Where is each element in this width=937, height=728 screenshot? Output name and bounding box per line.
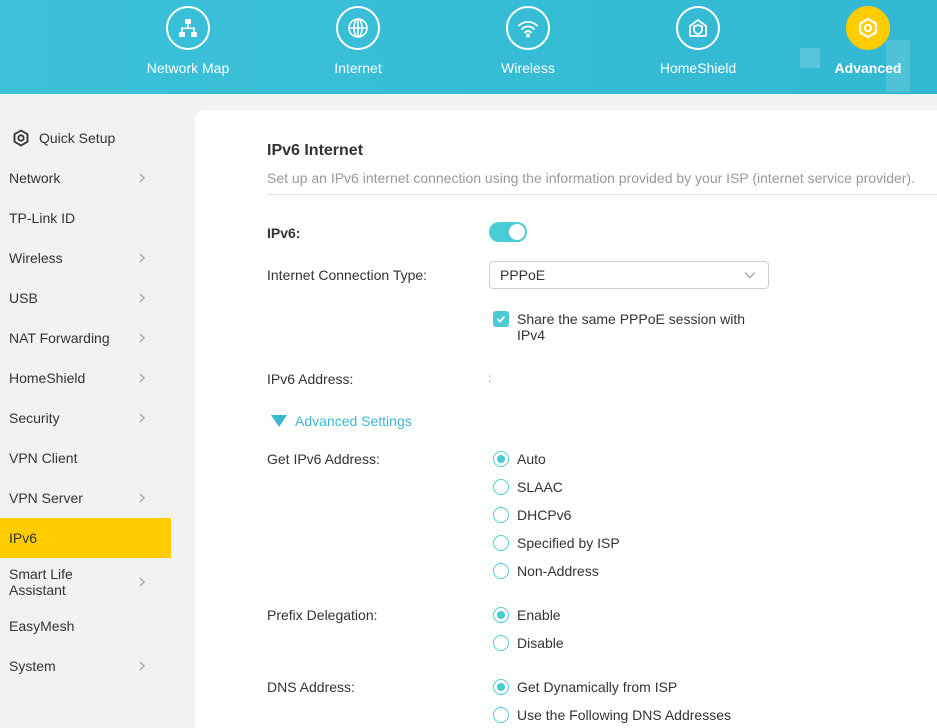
ipv6-toggle[interactable]	[489, 222, 527, 242]
radio-label: Specified by ISP	[517, 535, 620, 551]
chevron-right-icon	[139, 173, 146, 183]
sidebar: Quick Setup Network TP-Link ID Wireless …	[0, 94, 171, 728]
sidebar-item-quick-setup[interactable]: Quick Setup	[0, 118, 171, 158]
sidebar-item-homeshield[interactable]: HomeShield	[0, 358, 171, 398]
share-session-checkbox[interactable]	[493, 311, 509, 327]
select-value: PPPoE	[500, 267, 546, 283]
gear-icon	[846, 6, 890, 50]
ipv6-address-value: :	[488, 371, 492, 385]
chevron-right-icon	[139, 293, 146, 303]
sidebar-item-label: System	[9, 658, 56, 674]
radio-label: Use the Following DNS Addresses	[517, 707, 731, 723]
page-title: IPv6 Internet	[267, 142, 364, 159]
sidebar-item-label: Security	[9, 410, 60, 426]
wifi-icon	[506, 6, 550, 50]
sidebar-item-easymesh[interactable]: EasyMesh	[0, 606, 171, 646]
network-map-icon	[166, 6, 210, 50]
sidebar-item-network[interactable]: Network	[0, 158, 171, 198]
radio-label: Auto	[517, 451, 546, 467]
sidebar-item-label: VPN Server	[9, 490, 83, 506]
nav-internet[interactable]: Internet	[288, 0, 428, 94]
radio-label: Enable	[517, 607, 561, 623]
sidebar-item-label: Smart Life Assistant	[9, 566, 73, 598]
radio-specified-by-isp[interactable]	[493, 535, 509, 551]
chevron-right-icon	[139, 661, 146, 671]
top-nav: Network Map Internet Wireless HomeShield…	[0, 0, 937, 94]
sidebar-item-wireless[interactable]: Wireless	[0, 238, 171, 278]
connection-type-label: Internet Connection Type:	[267, 267, 428, 283]
sidebar-item-system[interactable]: System	[0, 646, 171, 686]
radio-non-address[interactable]	[493, 563, 509, 579]
radio-label: Non-Address	[517, 563, 599, 579]
chevron-right-icon	[139, 333, 146, 343]
chevron-right-icon	[139, 577, 146, 587]
sidebar-item-smart-life-assistant[interactable]: Smart Life Assistant	[0, 558, 171, 606]
divider	[267, 194, 937, 195]
nav-label: HomeShield	[659, 60, 737, 76]
connection-type-select[interactable]: PPPoE	[489, 261, 769, 289]
sidebar-item-tplink-id[interactable]: TP-Link ID	[0, 198, 171, 238]
ipv6-label: IPv6:	[267, 225, 301, 241]
sidebar-item-label: NAT Forwarding	[9, 330, 110, 346]
chevron-down-icon	[744, 272, 756, 279]
globe-icon	[336, 6, 380, 50]
radio-dns-dynamic[interactable]	[493, 679, 509, 695]
radio-slaac[interactable]	[493, 479, 509, 495]
nav-wireless[interactable]: Wireless	[458, 0, 598, 94]
sidebar-item-nat-forwarding[interactable]: NAT Forwarding	[0, 318, 171, 358]
ipv6-address-label: IPv6 Address:	[267, 371, 354, 387]
radio-dns-manual[interactable]	[493, 707, 509, 723]
radio-label: Disable	[517, 635, 564, 651]
nav-label: Wireless	[501, 60, 555, 76]
chevron-right-icon	[139, 493, 146, 503]
toggle-knob	[509, 224, 525, 240]
sidebar-item-usb[interactable]: USB	[0, 278, 171, 318]
radio-disable[interactable]	[493, 635, 509, 651]
sidebar-item-security[interactable]: Security	[0, 398, 171, 438]
page-subtitle: Set up an IPv6 internet connection using…	[267, 170, 915, 186]
radio-label: DHCPv6	[517, 507, 572, 523]
chevron-right-icon	[139, 413, 146, 423]
quick-setup-icon	[13, 129, 29, 147]
sidebar-item-label: HomeShield	[9, 370, 86, 386]
nav-label: Internet	[334, 60, 382, 76]
radio-auto[interactable]	[493, 451, 509, 467]
sidebar-item-label: VPN Client	[9, 450, 78, 466]
chevron-right-icon	[139, 253, 146, 263]
radio-label: SLAAC	[517, 479, 563, 495]
sidebar-item-label: USB	[9, 290, 38, 306]
triangle-down-icon	[271, 415, 287, 427]
check-icon	[496, 315, 506, 323]
homeshield-icon	[676, 6, 720, 50]
sidebar-item-label: Quick Setup	[39, 130, 116, 146]
nav-label: Advanced	[834, 60, 902, 76]
sidebar-item-label: IPv6	[9, 530, 38, 546]
sidebar-item-label: Network	[9, 170, 61, 186]
nav-network-map[interactable]: Network Map	[118, 0, 258, 94]
share-session-label: Share the same PPPoE session with IPv4	[517, 311, 746, 343]
sidebar-item-ipv6[interactable]: IPv6	[0, 518, 171, 558]
get-ipv6-address-label: Get IPv6 Address:	[267, 451, 380, 467]
radio-dhcpv6[interactable]	[493, 507, 509, 523]
radio-label: Get Dynamically from ISP	[517, 679, 678, 695]
advanced-settings-toggle[interactable]: Advanced Settings	[271, 413, 412, 429]
chevron-right-icon	[139, 373, 146, 383]
sidebar-item-vpn-client[interactable]: VPN Client	[0, 438, 171, 478]
prefix-delegation-label: Prefix Delegation:	[267, 607, 378, 623]
nav-homeshield[interactable]: HomeShield	[628, 0, 768, 94]
radio-enable[interactable]	[493, 607, 509, 623]
nav-label: Network Map	[146, 60, 230, 76]
advanced-settings-label: Advanced Settings	[295, 413, 412, 429]
nav-advanced[interactable]: Advanced	[798, 0, 937, 94]
sidebar-item-label: Wireless	[9, 250, 63, 266]
sidebar-item-vpn-server[interactable]: VPN Server	[0, 478, 171, 518]
sidebar-item-label: TP-Link ID	[9, 210, 76, 226]
dns-address-label: DNS Address:	[267, 679, 355, 695]
sidebar-item-label: EasyMesh	[9, 618, 75, 634]
